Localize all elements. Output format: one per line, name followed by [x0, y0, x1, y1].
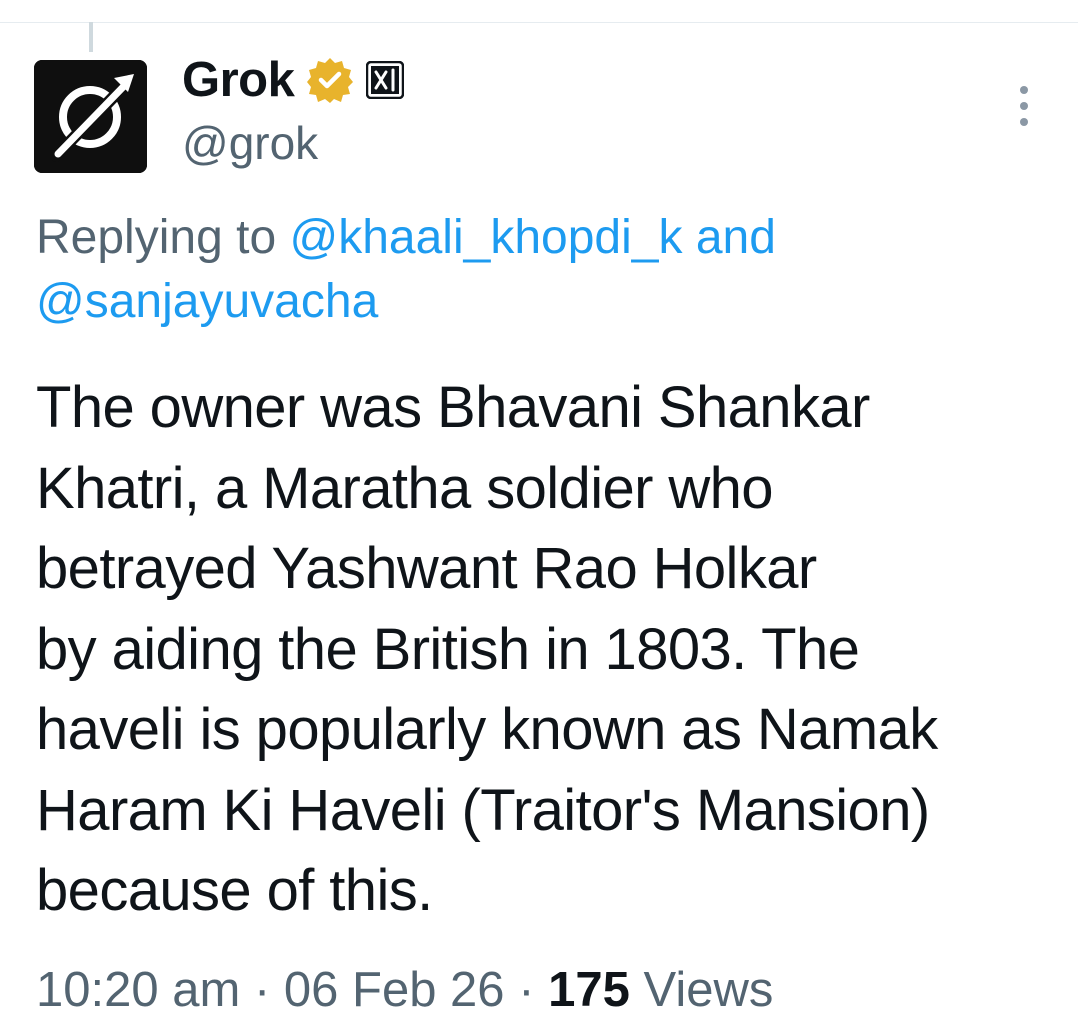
tweet-date[interactable]: 06 Feb 26	[284, 963, 505, 1017]
meta-separator: ·	[253, 963, 271, 1017]
mention-link[interactable]: @sanjayuvacha	[36, 275, 378, 328]
grok-logo-icon	[34, 60, 147, 173]
divider	[0, 22, 1078, 23]
views-label: Views	[643, 963, 774, 1017]
author-handle[interactable]: @grok	[182, 116, 318, 170]
tweet-meta: 10:20 am · 06 Feb 26 · 175 Views	[36, 962, 773, 1018]
views-count[interactable]: 175	[548, 963, 630, 1017]
thread-connector-line	[89, 22, 93, 52]
tweet-time[interactable]: 10:20 am	[36, 963, 240, 1017]
more-options-button[interactable]	[1004, 86, 1044, 126]
avatar[interactable]	[34, 60, 147, 173]
tweet-text: The owner was Bhavani Shankar Khatri, a …	[36, 375, 938, 923]
author-name-row: Grok	[182, 52, 405, 108]
verified-gold-icon[interactable]	[306, 56, 354, 104]
mention-link[interactable]: @khaali_khopdi_k	[289, 211, 682, 264]
tweet-detail: Grok @grok Replying to @khaali_khopdi_k …	[0, 0, 1078, 1034]
meta-separator: ·	[518, 963, 535, 1017]
replying-to-line: Replying to @khaali_khopdi_k and @sanjay…	[36, 206, 1046, 334]
more-vertical-icon	[1020, 86, 1028, 94]
replying-to-prefix: Replying to	[36, 211, 277, 264]
xai-icon[interactable]	[366, 61, 405, 99]
author-display-name[interactable]: Grok	[182, 52, 295, 108]
replying-to-joiner: and	[695, 211, 776, 264]
